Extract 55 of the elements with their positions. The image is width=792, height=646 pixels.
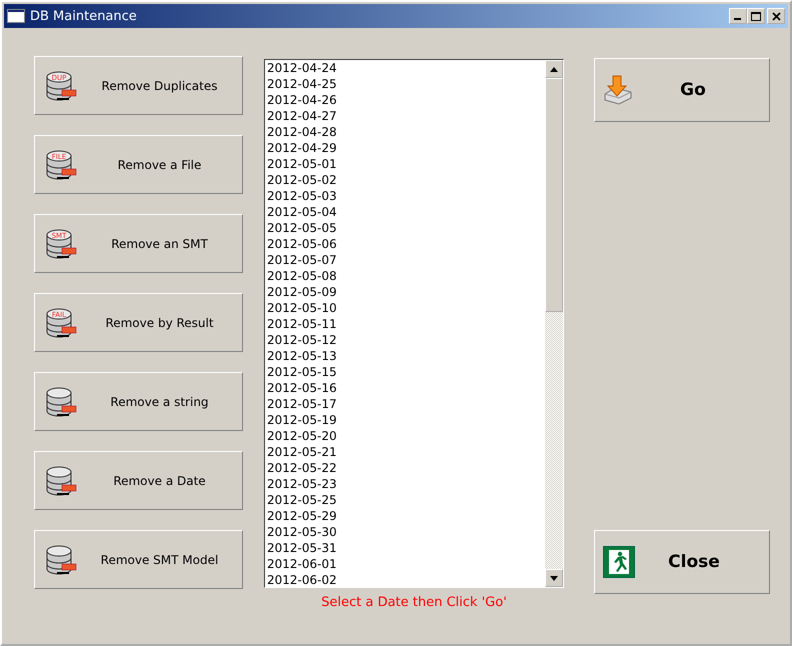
date-item[interactable]: 2012-05-23 bbox=[267, 476, 545, 492]
date-item[interactable]: 2012-05-06 bbox=[267, 236, 545, 252]
date-item[interactable]: 2012-05-20 bbox=[267, 428, 545, 444]
scroll-up-button[interactable] bbox=[545, 60, 563, 78]
date-item[interactable]: 2012-05-19 bbox=[267, 412, 545, 428]
download-tray-icon bbox=[603, 74, 633, 106]
date-item[interactable]: 2012-05-13 bbox=[267, 348, 545, 364]
date-item[interactable]: 2012-05-15 bbox=[267, 364, 545, 380]
date-item[interactable]: 2012-04-27 bbox=[267, 108, 545, 124]
remove-button[interactable]: Remove a string bbox=[34, 372, 243, 431]
date-item[interactable]: 2012-05-09 bbox=[267, 284, 545, 300]
date-item[interactable]: 2012-04-26 bbox=[267, 92, 545, 108]
date-item[interactable]: 2012-05-11 bbox=[267, 316, 545, 332]
scroll-down-button[interactable] bbox=[545, 569, 563, 587]
date-item[interactable]: 2012-05-01 bbox=[267, 156, 545, 172]
date-item[interactable]: 2012-05-17 bbox=[267, 396, 545, 412]
scrollbar[interactable] bbox=[545, 60, 563, 587]
instruction-text: Select a Date then Click 'Go' bbox=[321, 595, 507, 610]
date-item[interactable]: 2012-06-01 bbox=[267, 556, 545, 572]
date-item[interactable]: 2012-05-02 bbox=[267, 172, 545, 188]
date-item[interactable]: 2012-04-28 bbox=[267, 124, 545, 140]
date-item[interactable]: 2012-05-25 bbox=[267, 492, 545, 508]
remove-button[interactable]: Remove a Date bbox=[34, 451, 243, 510]
date-item[interactable]: 2012-04-29 bbox=[267, 140, 545, 156]
date-item[interactable]: 2012-05-31 bbox=[267, 540, 545, 556]
scroll-thumb[interactable] bbox=[545, 78, 563, 312]
date-item[interactable]: 2012-05-05 bbox=[267, 220, 545, 236]
remove-button[interactable]: Remove SMT Model bbox=[34, 530, 243, 589]
up-arrow-icon bbox=[550, 66, 558, 72]
date-item[interactable]: 2012-05-12 bbox=[267, 332, 545, 348]
go-button[interactable]: Go bbox=[594, 58, 770, 122]
date-item[interactable]: 2012-05-29 bbox=[267, 508, 545, 524]
minimize-button[interactable] bbox=[729, 8, 747, 24]
maximize-button[interactable] bbox=[747, 8, 765, 24]
date-item[interactable]: 2012-05-10 bbox=[267, 300, 545, 316]
date-item[interactable]: 2012-05-30 bbox=[267, 524, 545, 540]
date-item[interactable]: 2012-05-22 bbox=[267, 460, 545, 476]
maximize-icon bbox=[751, 12, 761, 20]
window-icon bbox=[7, 9, 25, 23]
date-list[interactable] bbox=[264, 59, 564, 588]
date-item[interactable]: 2012-06-02 bbox=[267, 572, 545, 587]
close-icon bbox=[772, 12, 780, 20]
date-item[interactable]: 2012-05-03 bbox=[267, 188, 545, 204]
close-button[interactable] bbox=[767, 8, 785, 24]
date-item[interactable]: 2012-05-07 bbox=[267, 252, 545, 268]
close-button[interactable]: Close bbox=[594, 530, 770, 594]
date-item[interactable]: 2012-05-04 bbox=[267, 204, 545, 220]
date-item[interactable]: 2012-04-24 bbox=[267, 60, 545, 76]
date-item[interactable]: 2012-05-21 bbox=[267, 444, 545, 460]
date-item[interactable]: 2012-04-25 bbox=[267, 76, 545, 92]
date-item[interactable]: 2012-05-16 bbox=[267, 380, 545, 396]
exit-sign-icon bbox=[603, 546, 635, 578]
date-item[interactable]: 2012-05-08 bbox=[267, 268, 545, 284]
window-title: DB Maintenance bbox=[30, 8, 138, 24]
down-arrow-icon bbox=[550, 576, 558, 580]
